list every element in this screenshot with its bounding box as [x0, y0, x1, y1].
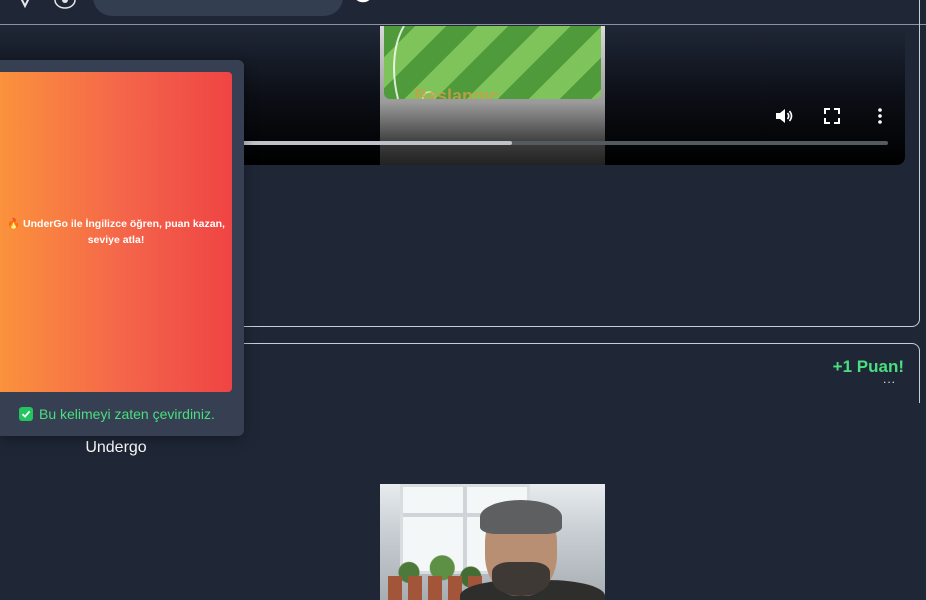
top-bar [0, 0, 926, 25]
fullscreen-icon[interactable] [822, 106, 842, 126]
more-options-button[interactable]: ... [883, 372, 896, 386]
volume-icon[interactable] [774, 106, 794, 126]
search-input[interactable] [93, 0, 343, 16]
checkmark-icon [21, 410, 31, 418]
already-translated-label: Bu kelimeyi zaten çevirdiniz. [39, 406, 215, 422]
more-vert-icon[interactable] [870, 106, 890, 126]
photo-beard [492, 562, 550, 596]
promo-banner[interactable]: 🔥 UnderGo ile İngilizce öğren, puan kaza… [0, 72, 232, 392]
word-title: Undergo [85, 439, 147, 456]
photo-hair [480, 500, 562, 534]
eye-icon[interactable] [52, 0, 78, 10]
video-watermark: Baslangıç [414, 86, 500, 99]
help-circle-icon[interactable] [350, 0, 376, 8]
translation-popup: 🔥 UnderGo ile İngilizce öğren, puan kaza… [0, 60, 244, 436]
filter-icon[interactable] [14, 0, 36, 10]
word-image [380, 484, 605, 600]
promo-banner-text: 🔥 UnderGo ile İngilizce öğren, puan kaza… [7, 218, 225, 246]
video-frame: Baslangıç [384, 26, 601, 99]
already-translated-checkbox[interactable] [19, 407, 33, 421]
already-translated-row[interactable]: Bu kelimeyi zaten çevirdiniz. [19, 406, 215, 422]
